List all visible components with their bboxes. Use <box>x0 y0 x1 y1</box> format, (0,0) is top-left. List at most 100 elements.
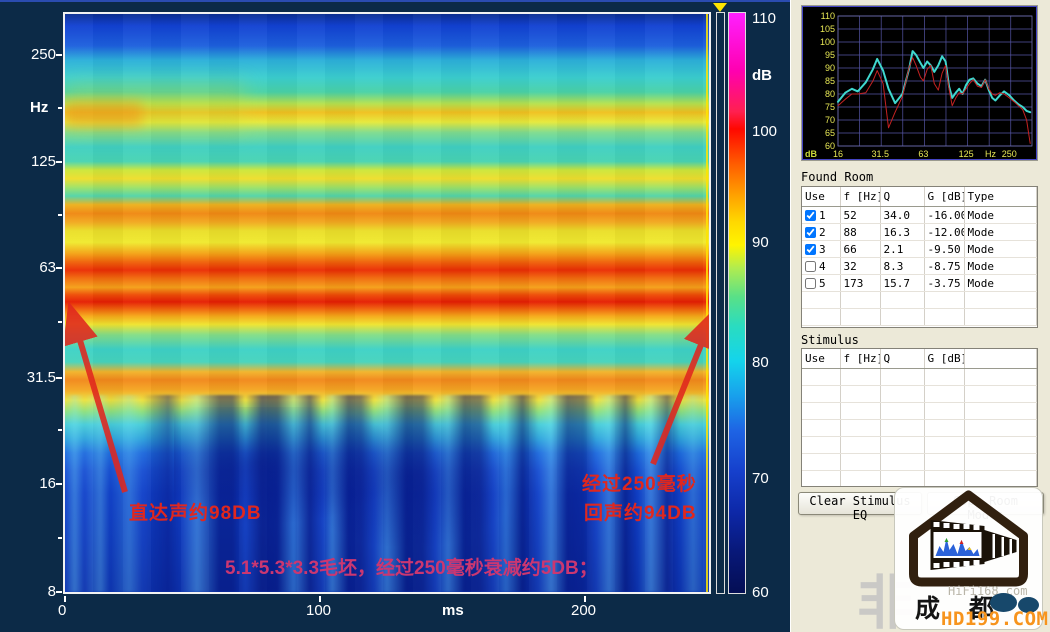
cell-g[interactable]: -16.00 <box>924 207 964 224</box>
y-tick-16: 16 <box>12 475 56 492</box>
table-row-empty <box>802 309 1037 326</box>
stimulus-title: Stimulus <box>801 333 859 347</box>
found-room-title: Found Room <box>801 170 873 184</box>
col-type: Type <box>964 187 1037 207</box>
y-tick-125: 125 <box>12 153 56 170</box>
cell-q[interactable]: 8.3 <box>880 258 924 275</box>
row-num: 3 <box>819 243 826 256</box>
y-tick-mark <box>58 537 62 539</box>
svg-text:63: 63 <box>918 149 928 158</box>
cell-q[interactable]: 16.3 <box>880 224 924 241</box>
table-row-empty <box>802 454 1037 471</box>
found-room-header: Use f [Hz] Q G [dB] Type <box>802 187 1037 207</box>
use-checkbox[interactable] <box>805 244 816 255</box>
colorbar-tick-100: 100 <box>752 123 777 140</box>
table-row[interactable]: 3 66 2.1 -9.50 Mode <box>802 241 1037 258</box>
x-tick-mark <box>64 596 66 602</box>
y-tick-31-5: 31.5 <box>12 369 56 386</box>
response-chart-panel: 11010510095908580757065601631.563125Hz25… <box>801 5 1038 161</box>
use-checkbox[interactable] <box>805 210 816 221</box>
cell-q[interactable]: 34.0 <box>880 207 924 224</box>
found-room-table: Use f [Hz] Q G [dB] Type 1 52 34.0 -16.0… <box>801 186 1038 328</box>
cell-g[interactable]: -8.75 <box>924 258 964 275</box>
y-tick-mark <box>58 429 62 431</box>
spectrogram-plot[interactable]: 直达声约98DB 经过250毫秒 回声约94DB 5.1*5.3*3.3毛坯，经… <box>63 12 711 594</box>
svg-text:70: 70 <box>825 115 835 125</box>
svg-text:16: 16 <box>833 149 843 158</box>
cell-type[interactable]: Mode <box>964 258 1037 275</box>
y-tick-mark <box>56 161 62 163</box>
cell-f[interactable]: 88 <box>840 224 880 241</box>
table-row[interactable]: 5 173 15.7 -3.75 Mode <box>802 275 1037 292</box>
cell-type[interactable]: Mode <box>964 241 1037 258</box>
marker-track[interactable] <box>716 12 725 594</box>
colorbar <box>728 12 746 594</box>
table-row-empty <box>802 420 1037 437</box>
colorbar-tick-70: 70 <box>752 470 769 487</box>
y-tick-250: 250 <box>12 46 56 63</box>
cell-type[interactable]: Mode <box>964 275 1037 292</box>
cell-f[interactable]: 52 <box>840 207 880 224</box>
use-checkbox[interactable] <box>805 261 816 272</box>
spectrogram-tint <box>65 102 142 125</box>
col-use: Use <box>802 187 840 207</box>
svg-text:125: 125 <box>959 149 974 158</box>
y-tick-8: 8 <box>12 583 56 600</box>
svg-text:90: 90 <box>825 63 835 73</box>
svg-text:dB: dB <box>805 149 817 158</box>
side-panel: 11010510095908580757065601631.563125Hz25… <box>790 0 1050 632</box>
cell-f[interactable]: 32 <box>840 258 880 275</box>
svg-text:Hz: Hz <box>985 149 996 158</box>
col-f: f [Hz] <box>840 187 880 207</box>
colorbar-tick-110: 110 <box>752 10 776 27</box>
table-row-empty <box>802 471 1037 488</box>
use-checkbox[interactable] <box>805 227 816 238</box>
cell-g[interactable]: -12.00 <box>924 224 964 241</box>
table-row[interactable]: 4 32 8.3 -8.75 Mode <box>802 258 1037 275</box>
x-tick-200: 200 <box>571 602 596 619</box>
cell-g[interactable]: -9.50 <box>924 241 964 258</box>
marker-triangle[interactable] <box>713 3 727 12</box>
col-g: G [dB] <box>924 349 964 369</box>
col-extra <box>964 349 1037 369</box>
colorbar-unit: dB <box>752 67 772 84</box>
y-tick-mark <box>58 214 62 216</box>
cell-type[interactable]: Mode <box>964 207 1037 224</box>
col-g: G [dB] <box>924 187 964 207</box>
stimulus-table: Use f [Hz] Q G [dB] <box>801 348 1038 487</box>
y-tick-mark <box>58 107 62 109</box>
cell-q[interactable]: 15.7 <box>880 275 924 292</box>
colorbar-tick-60: 60 <box>752 584 769 601</box>
table-row[interactable]: 2 88 16.3 -12.00 Mode <box>802 224 1037 241</box>
y-tick-mark <box>56 267 62 269</box>
echo-annotation-line2: 回声约94DB <box>584 498 697 525</box>
svg-text:100: 100 <box>820 37 835 47</box>
room-note-annotation: 5.1*5.3*3.3毛坯，经过250毫秒衰减约5DB； <box>225 553 598 580</box>
table-row[interactable]: 1 52 34.0 -16.00 Mode <box>802 207 1037 224</box>
cell-g[interactable]: -3.75 <box>924 275 964 292</box>
use-checkbox[interactable] <box>805 278 816 289</box>
row-num: 4 <box>819 260 826 273</box>
table-row-empty <box>802 369 1037 386</box>
col-q: Q <box>880 349 924 369</box>
row-num: 1 <box>819 209 826 222</box>
x-axis-unit: ms <box>442 602 464 619</box>
site-url: HD199.COM <box>941 608 1048 630</box>
direct-sound-annotation: 直达声约98DB <box>129 498 262 525</box>
col-f: f [Hz] <box>840 349 880 369</box>
svg-text:105: 105 <box>820 24 835 34</box>
y-tick-mark <box>58 321 62 323</box>
cell-f[interactable]: 66 <box>840 241 880 258</box>
svg-text:110: 110 <box>821 11 835 21</box>
svg-text:250: 250 <box>1002 149 1017 158</box>
time-marker-line[interactable] <box>706 14 708 592</box>
cell-f[interactable]: 173 <box>840 275 880 292</box>
table-row-empty <box>802 386 1037 403</box>
house-film-logo-icon <box>896 488 1041 588</box>
cell-q[interactable]: 2.1 <box>880 241 924 258</box>
y-tick-mark <box>56 54 62 56</box>
x-tick-mark <box>584 596 586 602</box>
response-chart: 11010510095908580757065601631.563125Hz25… <box>802 6 1035 158</box>
cell-type[interactable]: Mode <box>964 224 1037 241</box>
table-row-empty <box>802 437 1037 454</box>
